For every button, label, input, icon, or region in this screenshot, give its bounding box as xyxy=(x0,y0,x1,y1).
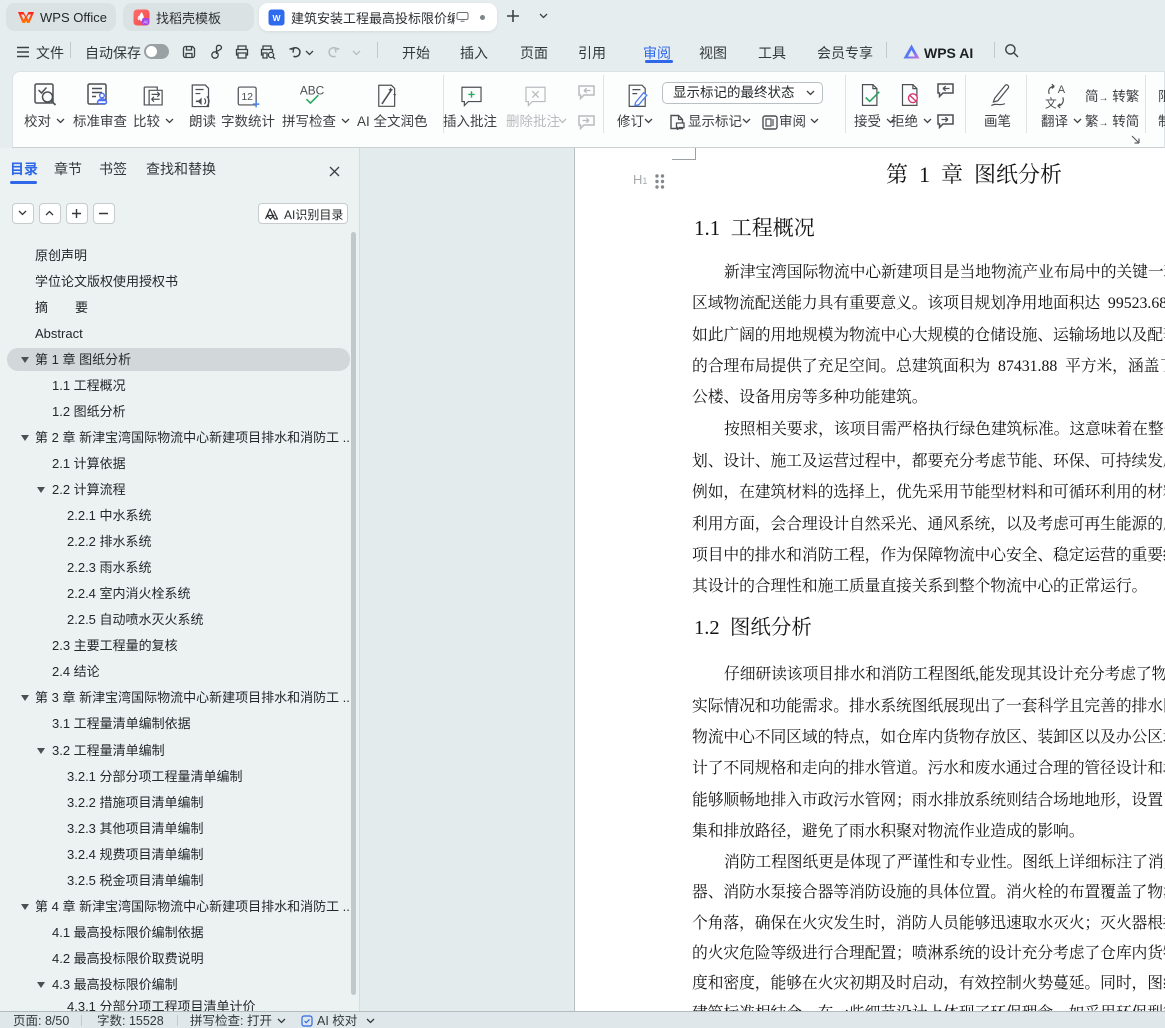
svg-text:A: A xyxy=(1058,84,1066,96)
svg-text:W: W xyxy=(272,13,281,23)
svg-text:文: 文 xyxy=(1045,96,1057,110)
svg-text:ABC: ABC xyxy=(300,83,325,97)
svg-text:AI: AI xyxy=(143,19,147,24)
svg-text:12: 12 xyxy=(241,91,253,103)
